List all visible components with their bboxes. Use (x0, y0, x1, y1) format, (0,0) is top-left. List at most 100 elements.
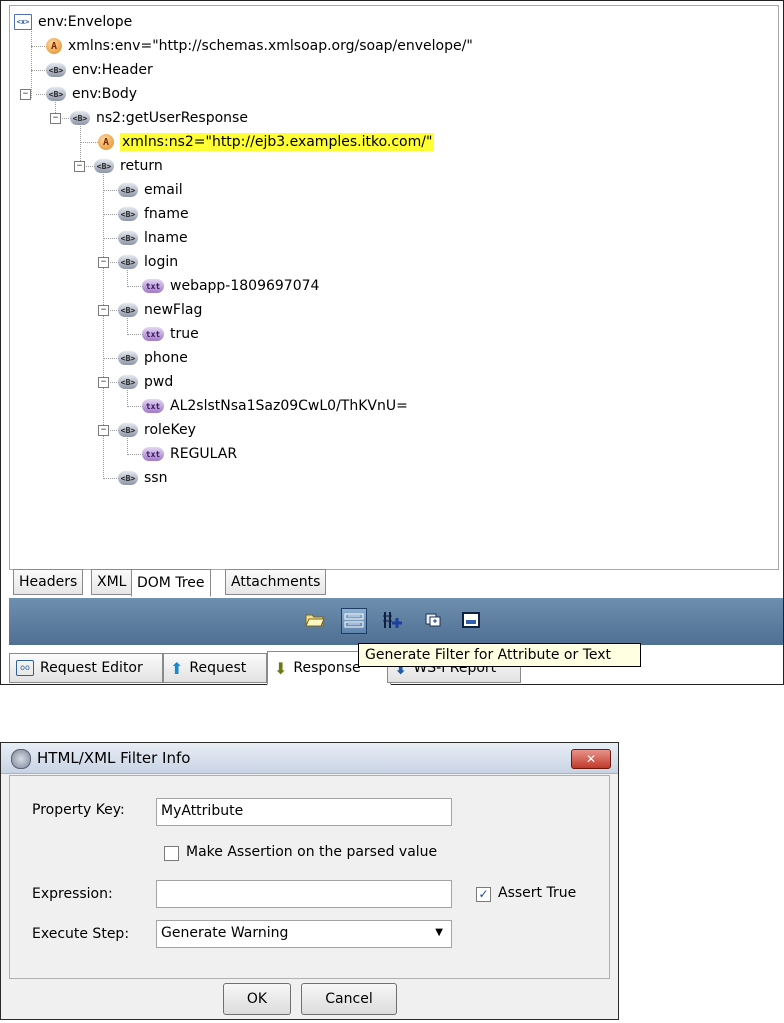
node-label: webapp-1809697074 (170, 278, 320, 294)
filter-info-dialog: HTML/XML Filter Info ✕ Property Key: MyA… (0, 742, 619, 1020)
tree-line (108, 430, 117, 431)
tree-node-body[interactable]: <B> env:Body (46, 83, 137, 105)
dialog-titlebar[interactable]: HTML/XML Filter Info ✕ (1, 743, 618, 774)
node-label: return (120, 158, 163, 174)
tree-node-header[interactable]: <B> env:Header (46, 59, 153, 81)
tree-node-attribute-selected[interactable]: A xmlns:ns2="http://ejb3.examples.itko.c… (98, 131, 435, 153)
make-assertion-checkbox[interactable] (164, 846, 179, 861)
tree-node-pwd-text[interactable]: txt AL2slstNsa1Saz09CwL0/ThKVnU= (142, 395, 408, 417)
tree-node-rolekey-text[interactable]: txt REGULAR (142, 443, 237, 465)
tree-line (108, 382, 117, 383)
node-label: fname (144, 206, 189, 222)
text-node-icon: txt (142, 279, 164, 293)
tree-line (84, 166, 93, 167)
element-icon: <B> (94, 159, 114, 173)
cancel-button[interactable]: Cancel (301, 983, 397, 1015)
tree-line (127, 406, 141, 407)
element-icon: <B> (118, 207, 138, 221)
tab-request-editor[interactable]: oo Request Editor (9, 653, 163, 683)
tree-node-lname[interactable]: <B> lname (118, 227, 188, 249)
tab-xml[interactable]: XML (91, 569, 133, 595)
node-label: pwd (144, 374, 174, 390)
tree-node-envelope[interactable]: <x> env:Envelope (14, 11, 132, 33)
window-icon[interactable] (459, 608, 483, 632)
tab-dom-tree[interactable]: DOM Tree (131, 569, 211, 597)
request-editor-icon: oo (16, 660, 34, 676)
execute-step-label: Execute Step: (32, 926, 130, 942)
add-assertion-icon[interactable] (381, 608, 405, 632)
app-icon (11, 749, 31, 769)
tree-line (31, 70, 45, 71)
assert-true-label: Assert True (498, 885, 577, 901)
node-label: env:Header (72, 62, 153, 78)
tree-line (103, 478, 117, 479)
tree-node-fname[interactable]: <B> fname (118, 203, 189, 225)
close-button[interactable]: ✕ (571, 749, 611, 769)
tree-line (103, 214, 117, 215)
dom-tree-toolbar (9, 598, 783, 645)
tree-line (108, 262, 117, 263)
down-arrow-icon: ⬇ (274, 658, 288, 678)
generate-filter-icon[interactable] (341, 608, 367, 634)
node-label: ssn (144, 470, 168, 486)
tree-node-return[interactable]: <B> return (94, 155, 163, 177)
tab-label: Response (293, 660, 361, 676)
collapse-toggle[interactable]: − (98, 425, 109, 436)
node-label: AL2slstNsa1Saz09CwL0/ThKVnU= (170, 398, 408, 414)
tree-line (127, 334, 141, 335)
tree-line (108, 310, 117, 311)
tree-node-getuserresponse[interactable]: <B> ns2:getUserResponse (70, 107, 248, 129)
tree-line (36, 94, 45, 95)
property-key-field[interactable]: MyAttribute (156, 798, 452, 826)
tree-line (60, 118, 69, 119)
collapse-toggle[interactable]: − (98, 377, 109, 388)
collapse-toggle[interactable]: − (20, 89, 31, 100)
node-label: REGULAR (170, 446, 238, 462)
element-icon: <B> (118, 255, 138, 269)
tab-headers[interactable]: Headers (13, 569, 84, 595)
node-label: email (144, 182, 183, 198)
dialog-footer: OK Cancel (1, 979, 618, 1019)
make-assertion-label: Make Assertion on the parsed value (186, 844, 438, 860)
tree-node-email[interactable]: <B> email (118, 179, 183, 201)
collapse-toggle[interactable]: − (50, 113, 61, 124)
collapse-toggle[interactable]: − (74, 161, 85, 172)
text-node-icon: txt (142, 399, 164, 413)
tab-label: Request (189, 660, 247, 676)
node-label: env:Body (72, 86, 138, 102)
node-label: xmlns:ns2="http://ejb3.examples.itko.com… (120, 133, 435, 151)
node-label: ns2:getUserResponse (96, 110, 248, 126)
tree-node-attribute[interactable]: A xmlns:env="http://schemas.xmlsoap.org/… (46, 35, 473, 57)
copy-node-icon[interactable] (421, 608, 445, 632)
assert-true-checkbox[interactable]: ✓ (476, 887, 491, 902)
element-icon: <B> (118, 183, 138, 197)
tree-node-ssn[interactable]: <B> ssn (118, 467, 167, 489)
xml-response-panel: − − − − − − − <x> env:Envelope A xmlns:e… (0, 0, 784, 685)
tree-node-rolekey[interactable]: <B> roleKey (118, 419, 196, 441)
node-label: xmlns:env="http://schemas.xmlsoap.org/so… (68, 38, 473, 54)
tab-attachments[interactable]: Attachments (225, 569, 327, 595)
tree-line (80, 142, 98, 143)
tree-node-newflag[interactable]: <B> newFlag (118, 299, 202, 321)
execute-step-select[interactable]: Generate Warning ▼ (156, 920, 452, 948)
text-node-icon: txt (142, 327, 164, 341)
ok-button[interactable]: OK (223, 983, 291, 1015)
tree-node-login-text[interactable]: txt webapp-1809697074 (142, 275, 319, 297)
tree-node-phone[interactable]: <B> phone (118, 347, 188, 369)
attribute-icon: A (46, 38, 62, 54)
tab-label: Request Editor (40, 660, 143, 676)
view-tabs: Headers XML DOM Tree Attachments (9, 567, 777, 597)
collapse-toggle[interactable]: − (98, 305, 109, 316)
tree-line (31, 46, 45, 47)
tree-node-pwd[interactable]: <B> pwd (118, 371, 173, 393)
execute-step-value: Generate Warning (161, 925, 289, 941)
tree-node-newflag-text[interactable]: txt true (142, 323, 199, 345)
tree-line (127, 454, 141, 455)
tree-node-login[interactable]: <B> login (118, 251, 178, 273)
tab-request[interactable]: ⬆ Request (163, 653, 267, 683)
expression-field[interactable] (156, 880, 452, 908)
dom-tree-view[interactable]: − − − − − − − <x> env:Envelope A xmlns:e… (9, 5, 779, 570)
element-icon: <B> (70, 111, 90, 125)
collapse-toggle[interactable]: − (98, 257, 109, 268)
open-folder-icon[interactable] (303, 608, 327, 632)
